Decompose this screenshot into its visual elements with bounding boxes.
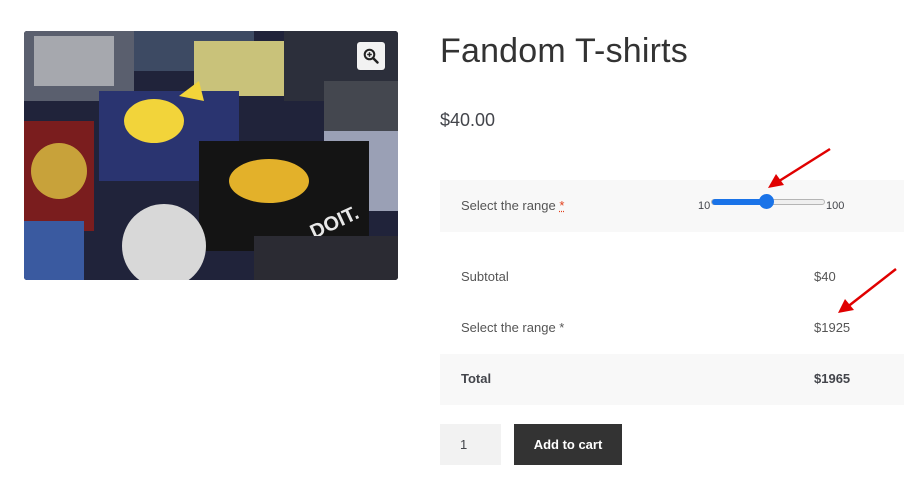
annotation-arrow-icon [838, 268, 897, 313]
add-to-cart-button[interactable]: Add to cart [514, 424, 622, 465]
totals-row-total: Total $1965 [440, 354, 904, 405]
totals-row-label: Select the range * [461, 320, 565, 335]
range-field-label: Select the range * [461, 198, 564, 213]
required-mark: * [559, 198, 565, 213]
range-min-label: 10 [698, 200, 711, 212]
quantity-input[interactable]: 1 [440, 424, 501, 465]
totals-row-label: Subtotal [461, 269, 509, 284]
zoom-button[interactable] [357, 42, 385, 70]
totals-row-value: $40 [814, 269, 836, 284]
magnifier-zoom-icon [363, 48, 379, 64]
product-image[interactable]: DOIT. [24, 31, 398, 280]
annotation-arrow-icon [768, 147, 831, 188]
range-label-text: Select the range [461, 198, 556, 213]
product-price: $40.00 [440, 110, 496, 130]
tshirt-photo: DOIT. [24, 31, 398, 280]
totals-row-value: $1925 [814, 320, 851, 335]
range-max-label: 100 [826, 200, 845, 212]
total-value: $1965 [814, 371, 851, 386]
total-label: Total [461, 371, 492, 386]
range-slider-thumb[interactable] [759, 194, 775, 209]
product-title: Fandom T-shirts [440, 32, 689, 70]
